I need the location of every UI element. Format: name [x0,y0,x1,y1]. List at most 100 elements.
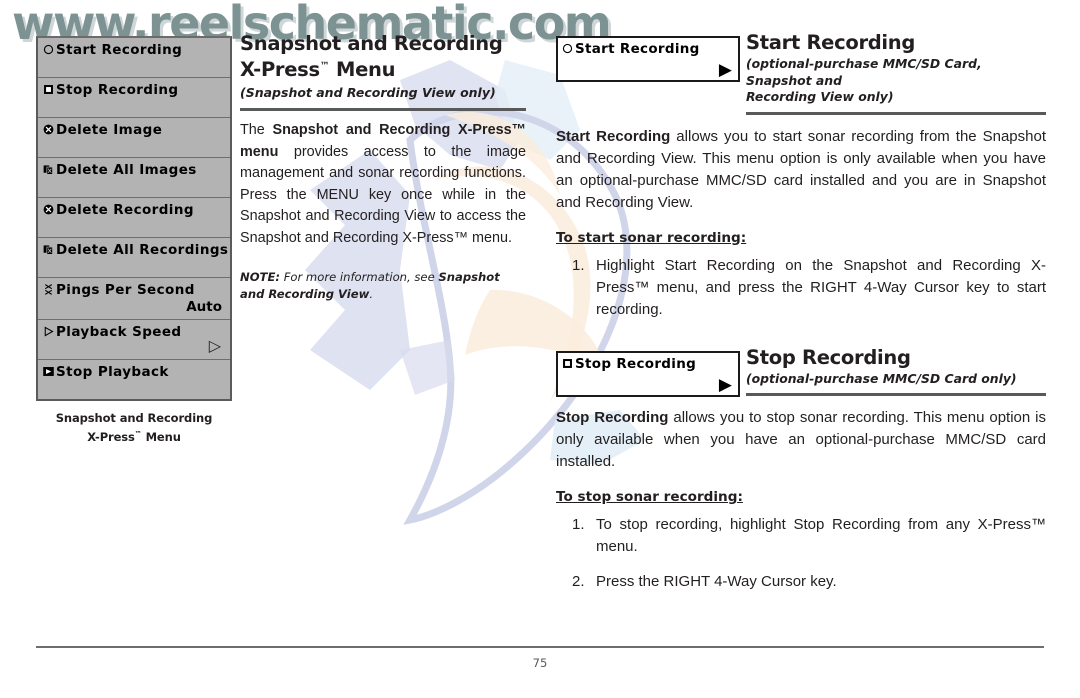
callout-heading: Stop Recording [746,345,911,369]
footer-divider [36,646,1044,648]
chip-label: Stop Recording [558,353,738,372]
step-number: 1. [572,516,585,533]
menu-caption-line2: X-Press™ Menu [87,430,181,444]
menu-item-text: Start Recording [56,42,183,58]
menu-item-label: Start Recording [42,42,224,59]
note-block: NOTE: For more information, see Snapshot… [240,269,526,302]
menu-chip-start-recording[interactable]: Start Recording ▶ [556,36,740,82]
menu-item-delete-all-recordings[interactable]: Delete All Recordings [38,238,230,278]
manual-page: Start Recording Stop Recording Delete Imag… [0,0,1080,698]
menu-item-spacer [42,139,224,153]
menu-item-delete-all-images[interactable]: Delete All Images [38,158,230,198]
section-title-line1: Snapshot and Recording [240,32,503,55]
chip-label: Start Recording [558,38,738,57]
menu-item-label: Delete Image [42,122,224,139]
menu-item-text: Delete Recording [56,202,194,218]
menu-item-text: Playback Speed [56,324,182,340]
callout-subtitle: (optional-purchase MMC/SD Card, Snapshot… [746,56,982,104]
step-text: To stop recording, highlight Stop Record… [596,516,1046,555]
play-filled-box-icon [42,365,55,378]
callout-body: Start Recording allows you to start sona… [556,126,1046,214]
step-text: Highlight Start Recording on the Snapsho… [596,256,1046,318]
menu-item-text: Stop Recording [56,82,179,98]
callout-heading: Start Recording [746,31,916,54]
page-number: 75 [532,656,548,670]
menu-item-text: Delete All Images [56,162,197,178]
menu-item-stop-recording[interactable]: Stop Recording [38,78,230,118]
left-column: Start Recording Stop Recording Delete Imag… [36,36,232,445]
menu-item-spacer [42,259,224,273]
paragraph-part-0: The [240,122,273,138]
delete-all-pages-icon [42,243,55,256]
step-item: 1. To stop recording, highlight Stop Reco… [556,514,1046,558]
callout-heading-group: Start Recording (optional-purchase MMC/SD… [746,32,1046,106]
note-text: For more information, see [280,270,439,284]
callout-divider [746,111,1046,115]
callout-subtitle-line2: Recording View only) [746,89,894,104]
callout-section-1: Stop Recording ▶ Stop Recording (optional-p… [556,345,1046,594]
callout-subhead: To stop sonar recording: [556,489,743,505]
note-label: NOTE: [240,270,281,284]
menu-item-start-recording[interactable]: Start Recording [38,38,230,78]
menu-item-label: Delete All Recordings [42,242,228,259]
step-text: Press the RIGHT 4-Way Cursor key. [596,573,837,590]
menu-item-pings-per-second[interactable]: Pings Per Second Auto [38,278,230,320]
callout-body: Stop Recording allows you to stop sonar … [556,407,1046,473]
menu-item-spacer [42,381,224,395]
callout-subhead: To start sonar recording: [556,229,747,246]
chip-submenu-arrow-icon[interactable]: ▶ [719,61,732,78]
menu-item-stop-playback[interactable]: Stop Playback [38,360,230,399]
section-title-line2: X-Press™ Menu [240,58,396,81]
chip-text: Start Recording [575,41,700,57]
menu-item-text: Delete All Recordings [56,242,229,258]
stop-square-icon [561,357,574,370]
stop-square-icon [42,83,55,96]
step-item: 2. Press the RIGHT 4-Way Cursor key. [556,571,1046,593]
page-footer: 75 [36,646,1044,670]
menu-figure-caption: Snapshot and Recording X-Press™ Menu [36,410,232,445]
note-end: . [369,286,374,301]
menu-item-submenu-arrow-icon[interactable]: ▷ [42,339,224,355]
delete-x-icon [42,123,55,136]
menu-item-delete-recording[interactable]: Delete Recording [38,198,230,238]
section-divider [240,108,526,111]
menu-item-label: Playback Speed [42,324,224,341]
menu-item-label: Stop Playback [42,364,224,381]
paragraph-part-2: provides access to the image management … [240,143,526,246]
menu-item-label: Delete Recording [42,202,224,219]
circle-outline-icon [561,42,574,55]
step-item: 1. Highlight Start Recording on the Snaps… [556,255,1046,321]
menu-item-playback-speed[interactable]: Playback Speed ▷ [38,320,230,360]
step-number: 2. [572,573,585,590]
menu-item-text: Stop Playback [56,364,169,380]
section-subtitle: (Snapshot and Recording View only) [240,85,496,100]
callout-step-list: 1. Highlight Start Recording on the Snaps… [556,255,1046,321]
play-outline-icon [42,325,55,338]
xpress-menu-panel[interactable]: Start Recording Stop Recording Delete Imag… [36,36,232,401]
menu-item-spacer [42,219,224,233]
delete-all-pages-icon [42,163,55,176]
menu-item-label: Pings Per Second [42,282,224,299]
menu-item-spacer [42,179,224,193]
menu-item-spacer [42,99,224,113]
menu-item-label: Stop Recording [42,82,224,99]
pings-per-second-icon [42,283,55,296]
callout-step-list: 1. To stop recording, highlight Stop Reco… [556,514,1046,593]
chip-text: Stop Recording [575,355,697,372]
section-title: Snapshot and Recording X-Press™ Menu [240,32,526,81]
right-column: Start Recording ▶ Start Recording (optional… [556,32,1046,606]
delete-x-icon [42,203,55,216]
menu-item-delete-image[interactable]: Delete Image [38,118,230,158]
callout-subtitle: (optional-purchase MMC/SD Card only) [746,370,1017,386]
section-paragraph: The Snapshot and Recording X-Press™ menu… [240,120,526,249]
menu-item-text: Delete Image [56,122,163,138]
circle-outline-icon [42,43,55,56]
menu-chip-stop-recording[interactable]: Stop Recording ▶ [556,350,740,397]
callout-heading-group: Stop Recording (optional-purchase MMC/SD … [746,345,1046,388]
callout-section-0: Start Recording ▶ Start Recording (optional… [556,32,1046,321]
menu-item-spacer [42,59,224,73]
chip-submenu-arrow-icon[interactable]: ▶ [719,376,732,393]
callout-body-bold: Start Recording [556,127,671,145]
menu-item-label: Delete All Images [42,162,224,179]
callout-divider [746,393,1046,396]
